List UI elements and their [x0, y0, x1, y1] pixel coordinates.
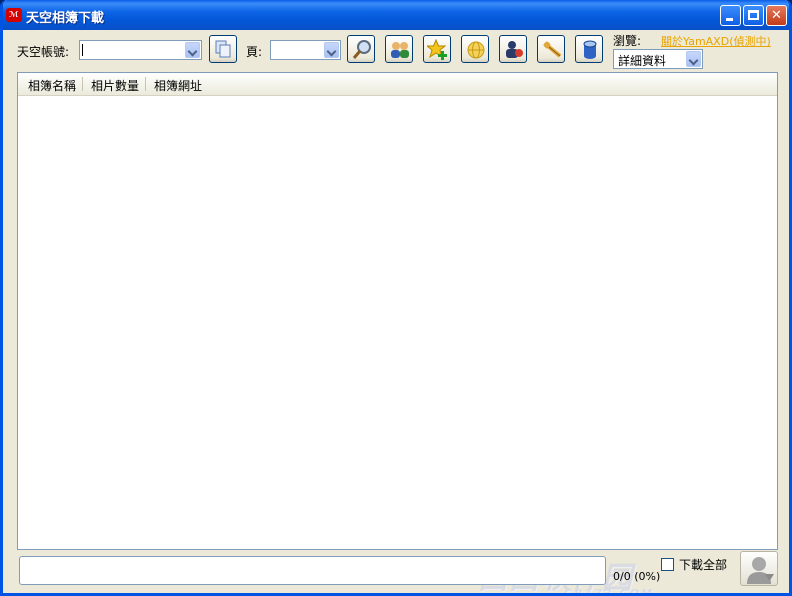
window-title: 天空相簿下載 — [26, 11, 105, 26]
title-bar[interactable]: ℳ 天空相簿下載 ✕ — [3, 0, 789, 30]
album-list[interactable]: 相簿名稱 相片數量 相簿網址 西西软件园 CR173.COM — [17, 72, 778, 593]
account-label: 天空帳號: — [17, 45, 70, 59]
chevron-down-icon[interactable] — [324, 42, 339, 58]
user-settings-icon — [506, 41, 523, 58]
close-icon: ✕ — [771, 8, 782, 23]
page-label: 頁: — [246, 45, 263, 59]
user-settings-button[interactable] — [499, 35, 527, 63]
progress-text: 0/0 (0%) — [613, 570, 661, 583]
browse-mode-value: 詳細資料 — [618, 54, 667, 68]
database-icon — [583, 40, 597, 59]
watermark-subtext: CR173.COM — [564, 587, 655, 596]
list-header: 相簿名稱 相片數量 相簿網址 — [18, 73, 777, 96]
download-button[interactable] — [740, 551, 778, 586]
browse-mode-select[interactable]: 詳細資料 — [613, 49, 703, 69]
database-button[interactable] — [575, 35, 603, 63]
tools-button[interactable] — [537, 35, 565, 63]
chevron-down-icon[interactable] — [686, 51, 701, 67]
globe-button[interactable] — [461, 35, 489, 63]
close-button[interactable]: ✕ — [766, 5, 787, 26]
minimize-icon — [726, 18, 733, 21]
maximize-button[interactable] — [743, 5, 764, 26]
column-divider[interactable] — [145, 77, 146, 91]
search-icon — [352, 40, 371, 59]
account-combobox[interactable] — [79, 40, 202, 60]
copy-icon — [215, 40, 231, 58]
download-person-icon — [747, 557, 774, 584]
page-combobox[interactable] — [270, 40, 341, 60]
download-all-label[interactable]: 下載全部 — [679, 556, 727, 573]
add-favorite-icon — [427, 39, 447, 60]
column-header-photo-count[interactable]: 相片數量 — [91, 77, 139, 94]
status-field — [19, 556, 606, 585]
tools-icon — [543, 41, 562, 58]
column-header-album-url[interactable]: 相簿網址 — [154, 77, 202, 94]
maximize-icon — [748, 10, 759, 20]
column-header-album-name[interactable]: 相簿名稱 — [28, 77, 76, 94]
text-caret — [82, 44, 83, 56]
chevron-down-icon[interactable] — [185, 42, 200, 58]
copy-button[interactable] — [209, 35, 237, 63]
app-window: ℳ 天空相簿下載 ✕ 天空帳號: 頁: 瀏覽: 詳細資料 關於YamAXD(偵測… — [0, 0, 792, 596]
about-link[interactable]: 關於YamAXD(偵測中) — [661, 33, 771, 49]
app-logo-icon: ℳ — [6, 8, 22, 22]
column-divider[interactable] — [82, 77, 83, 91]
users-button[interactable] — [385, 35, 413, 63]
globe-icon — [467, 41, 485, 59]
add-favorite-button[interactable] — [423, 35, 451, 63]
search-button[interactable] — [347, 35, 375, 63]
minimize-button[interactable] — [720, 5, 741, 26]
users-icon — [391, 42, 409, 58]
download-all-checkbox[interactable] — [661, 558, 674, 571]
browse-label: 瀏覽: — [613, 34, 642, 48]
